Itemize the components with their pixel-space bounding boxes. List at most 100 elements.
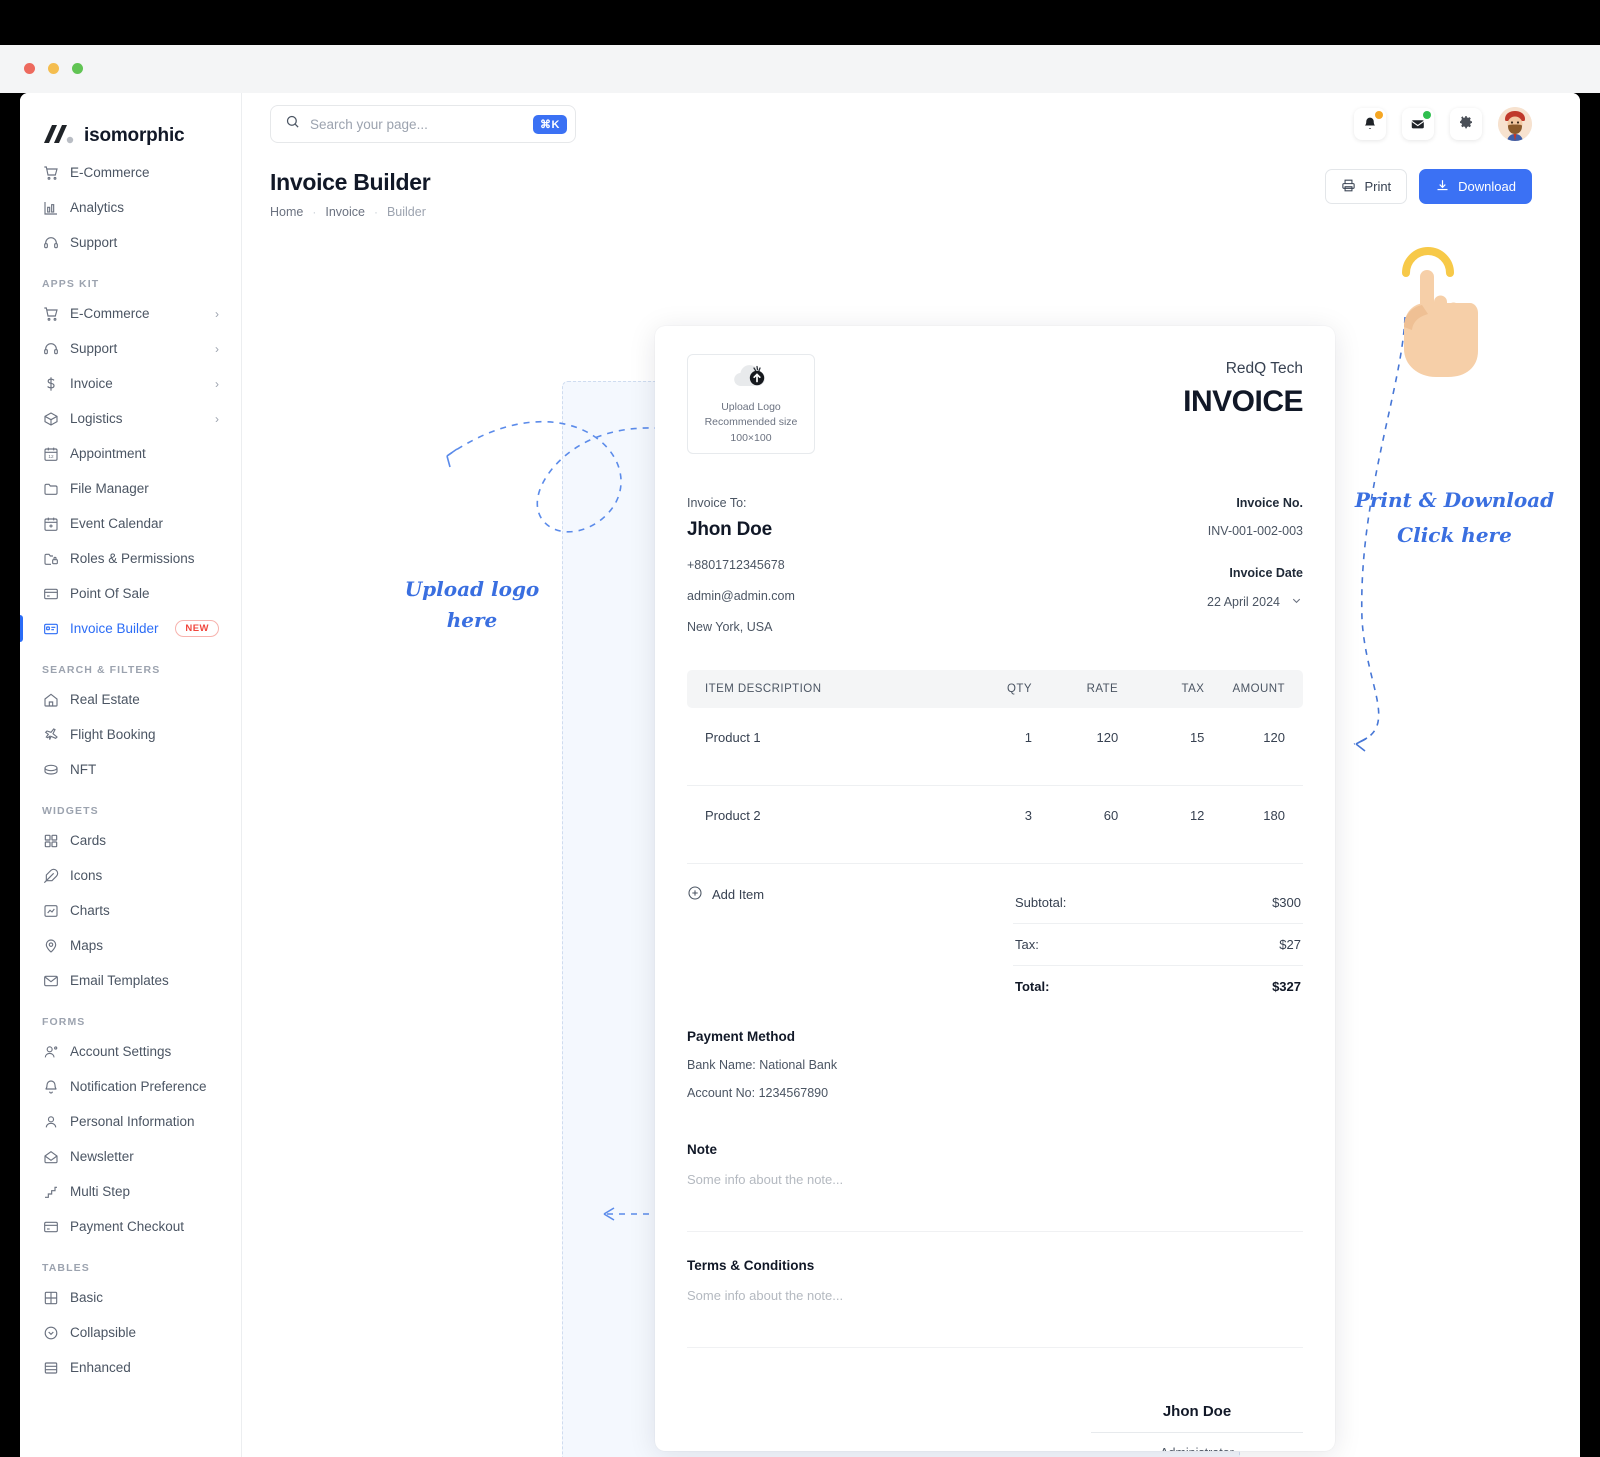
user-avatar[interactable] <box>1498 107 1532 141</box>
customer-address[interactable]: New York, USA <box>687 620 1026 634</box>
sidebar-item-analytics[interactable]: Analytics <box>32 190 229 225</box>
sidebar-item-label: File Manager <box>70 481 149 496</box>
cell-amount: 180 <box>1204 785 1303 864</box>
invoice-items-table: ITEM DESCRIPTION QTY RATE TAX AMOUNT Pro… <box>687 670 1303 864</box>
invoice-heading: INVOICE <box>1183 385 1303 418</box>
nav-group-title: FORMS <box>42 1016 86 1028</box>
sidebar-item-appointment[interactable]: 12 Appointment <box>32 436 229 471</box>
breadcrumb-item-invoice[interactable]: Invoice <box>325 205 365 219</box>
column-header-rate: RATE <box>1031 670 1119 708</box>
cell-rate[interactable]: 120 <box>1031 708 1119 786</box>
maximize-window-button[interactable] <box>72 63 83 74</box>
coin-icon <box>42 761 59 778</box>
cell-description[interactable]: Product 1 <box>687 708 946 786</box>
sidebar-item-personal-information[interactable]: Personal Information <box>32 1104 229 1139</box>
cell-tax[interactable]: 15 <box>1118 708 1205 786</box>
sidebar-item-flight-booking[interactable]: Flight Booking <box>32 717 229 752</box>
add-item-button[interactable]: Add Item <box>687 882 764 906</box>
download-button-label: Download <box>1458 179 1516 194</box>
sidebar-item-notification-preference[interactable]: Notification Preference <box>32 1069 229 1104</box>
sidebar-item-enhanced[interactable]: Enhanced <box>32 1350 229 1385</box>
table-row[interactable]: Product 1 1 120 15 120 <box>687 708 1303 786</box>
print-download-annotation: Print & Download Click here <box>1347 483 1562 553</box>
sidebar-item-support[interactable]: Support <box>32 225 229 260</box>
sidebar-item-apps-e-commerce[interactable]: E-Commerce › <box>32 296 229 331</box>
sidebar-item-point-of-sale[interactable]: Point Of Sale <box>32 576 229 611</box>
close-window-button[interactable] <box>24 63 35 74</box>
sidebar-item-label: Roles & Permissions <box>70 551 195 566</box>
settings-button[interactable] <box>1450 108 1482 140</box>
sidebar-item-invoice[interactable]: Invoice › <box>32 366 229 401</box>
sidebar-item-file-manager[interactable]: File Manager <box>32 471 229 506</box>
sidebar-item-real-estate[interactable]: Real Estate <box>32 682 229 717</box>
sidebar-item-label: Icons <box>70 868 103 883</box>
table-icon <box>42 1289 59 1306</box>
customer-name[interactable]: Jhon Doe <box>687 519 1026 541</box>
totals-row-subtotal: Subtotal: $300 <box>1013 882 1303 924</box>
sidebar-item-multi-step[interactable]: Multi Step <box>32 1174 229 1209</box>
notifications-button[interactable] <box>1354 108 1386 140</box>
note-input[interactable]: Some info about the note... <box>687 1172 1303 1187</box>
cell-rate[interactable]: 60 <box>1031 785 1119 864</box>
sidebar-item-nft[interactable]: NFT <box>32 752 229 787</box>
search-input[interactable]: Search your page... ⌘K <box>270 105 576 143</box>
plane-icon <box>42 726 59 743</box>
search-placeholder: Search your page... <box>310 116 428 132</box>
signature-role: Administrator <box>1091 1446 1303 1451</box>
sidebar-item-logistics[interactable]: Logistics › <box>32 401 229 436</box>
terms-input[interactable]: Some info about the note... <box>687 1288 1303 1303</box>
sidebar-item-email-templates[interactable]: Email Templates <box>32 963 229 998</box>
sidebar-item-label: Support <box>70 235 118 250</box>
upload-logo-line3: 100×100 <box>730 431 772 444</box>
sidebar-item-apps-support[interactable]: Support › <box>32 331 229 366</box>
sidebar-item-payment-checkout[interactable]: Payment Checkout <box>32 1209 229 1244</box>
cloud-upload-icon <box>730 362 772 395</box>
invoice-date-picker[interactable]: 22 April 2024 <box>1207 594 1303 610</box>
tax-value: $27 <box>1279 937 1301 952</box>
folder-icon <box>42 480 59 497</box>
sidebar-item-icons[interactable]: Icons <box>32 858 229 893</box>
minimize-window-button[interactable] <box>48 63 59 74</box>
cell-qty[interactable]: 1 <box>945 708 1032 786</box>
print-button[interactable]: Print <box>1325 169 1408 204</box>
invoice-date-label: Invoice Date <box>1229 566 1303 580</box>
upload-logo-line2: Recommended size <box>704 416 798 429</box>
sidebar-item-account-settings[interactable]: Account Settings <box>32 1034 229 1069</box>
sidebar-item-cards[interactable]: Cards <box>32 823 229 858</box>
customer-email[interactable]: admin@admin.com <box>687 589 1026 603</box>
breadcrumb: Home · Invoice · Builder <box>270 205 430 219</box>
invoice-no-value[interactable]: INV-001-002-003 <box>1207 524 1303 538</box>
sidebar-item-invoice-builder[interactable]: Invoice Builder NEW <box>20 611 229 646</box>
messages-button[interactable] <box>1402 108 1434 140</box>
top-bar-actions <box>1354 107 1532 141</box>
sidebar-item-roles-permissions[interactable]: Roles & Permissions <box>32 541 229 576</box>
download-button[interactable]: Download <box>1419 169 1532 204</box>
sidebar-item-newsletter[interactable]: Newsletter <box>32 1139 229 1174</box>
table-row[interactable]: Product 2 3 60 12 180 <box>687 785 1303 864</box>
invoice-to-label: Invoice To: <box>687 496 747 510</box>
window-chrome <box>0 45 1600 93</box>
open-envelope-icon <box>42 1148 59 1165</box>
sidebar-item-basic[interactable]: Basic <box>32 1280 229 1315</box>
rows-icon <box>42 1359 59 1376</box>
cell-tax[interactable]: 12 <box>1118 785 1205 864</box>
feather-icon <box>42 867 59 884</box>
sidebar-item-e-commerce[interactable]: E-Commerce <box>32 155 229 190</box>
sidebar-item-collapsible[interactable]: Collapsible <box>32 1315 229 1350</box>
breadcrumb-item-home[interactable]: Home <box>270 205 303 219</box>
logo-upload-dropzone[interactable]: Upload Logo Recommended size 100×100 <box>687 354 815 454</box>
nav-group-forms: FORMS Account Settings Notification Pref… <box>32 998 229 1244</box>
brand-logo-area[interactable]: isomorphic <box>20 93 241 155</box>
customer-phone[interactable]: +8801712345678 <box>687 558 1026 572</box>
printer-icon <box>1341 178 1356 196</box>
pointing-hand-illustration <box>1402 247 1478 377</box>
nav-group-title: TABLES <box>42 1262 90 1274</box>
sidebar-item-charts[interactable]: Charts <box>32 893 229 928</box>
cell-description[interactable]: Product 2 <box>687 785 946 864</box>
sidebar-item-label: Multi Step <box>70 1184 131 1199</box>
sidebar-item-event-calendar[interactable]: Event Calendar <box>32 506 229 541</box>
isomorphic-logo-icon <box>40 124 74 149</box>
sidebar-item-maps[interactable]: Maps <box>32 928 229 963</box>
chevron-right-icon: › <box>215 376 219 391</box>
cell-qty[interactable]: 3 <box>945 785 1032 864</box>
